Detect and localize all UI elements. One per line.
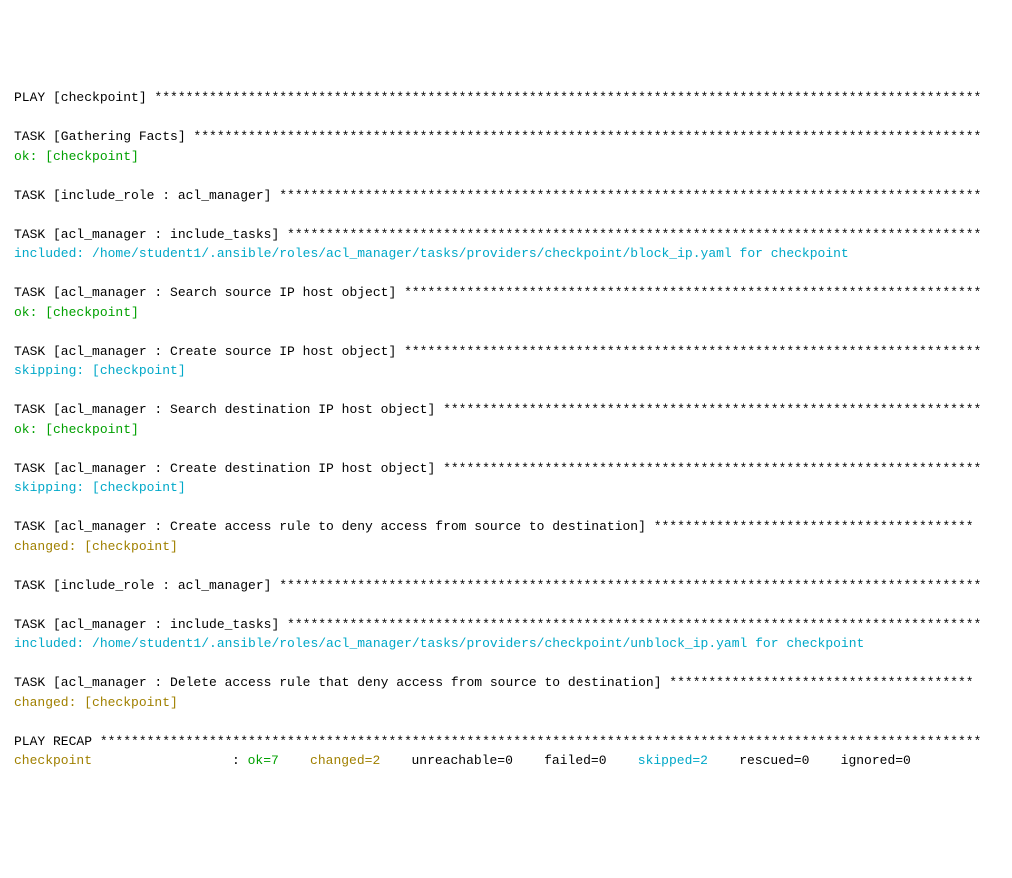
output-segment: ok: [checkpoint] — [14, 422, 139, 437]
output-line — [14, 712, 998, 732]
output-line: changed: [checkpoint] — [14, 537, 998, 557]
output-line: ok: [checkpoint] — [14, 420, 998, 440]
output-line — [14, 381, 998, 401]
gap — [279, 753, 310, 768]
output-line — [14, 108, 998, 128]
output-segment: ok: [checkpoint] — [14, 149, 139, 164]
recap-sep: : — [232, 753, 248, 768]
output-line: included: /home/student1/.ansible/roles/… — [14, 634, 998, 654]
recap-host: checkpoint — [14, 751, 232, 771]
output-segment: TASK [Gathering Facts] *****************… — [14, 129, 981, 144]
output-line: skipping: [checkpoint] — [14, 361, 998, 381]
output-line — [14, 654, 998, 674]
output-line: included: /home/student1/.ansible/roles/… — [14, 244, 998, 264]
output-line — [14, 556, 998, 576]
output-line: ok: [checkpoint] — [14, 147, 998, 167]
output-line — [14, 498, 998, 518]
recap-changed: changed=2 — [310, 753, 380, 768]
output-line — [14, 439, 998, 459]
output-segment: skipping: [checkpoint] — [14, 480, 186, 495]
output-line: PLAY RECAP *****************************… — [14, 732, 998, 752]
recap-unreachable: unreachable=0 — [411, 753, 512, 768]
output-line: changed: [checkpoint] — [14, 693, 998, 713]
output-segment: TASK [acl_manager : Create destination I… — [14, 461, 981, 476]
output-segment: TASK [acl_manager : Search destination I… — [14, 402, 981, 417]
output-line — [14, 264, 998, 284]
output-line — [14, 595, 998, 615]
output-line: TASK [acl_manager : Create access rule t… — [14, 517, 998, 537]
output-line: PLAY [checkpoint] **********************… — [14, 88, 998, 108]
output-line — [14, 205, 998, 225]
recap-rescued: rescued=0 — [739, 753, 809, 768]
output-line: TASK [acl_manager : Create destination I… — [14, 459, 998, 479]
output-segment: skipping: [checkpoint] — [14, 363, 186, 378]
output-line: ok: [checkpoint] — [14, 303, 998, 323]
output-segment: TASK [acl_manager : Create source IP hos… — [14, 344, 981, 359]
output-line: TASK [acl_manager : Search source IP hos… — [14, 283, 998, 303]
output-line: TASK [Gathering Facts] *****************… — [14, 127, 998, 147]
recap-ignored: ignored=0 — [841, 753, 911, 768]
output-segment: TASK [include_role : acl_manager] ******… — [14, 578, 981, 593]
output-line: TASK [acl_manager : Search destination I… — [14, 400, 998, 420]
output-segment: TASK [acl_manager : include_tasks] *****… — [14, 227, 981, 242]
output-segment: included: /home/student1/.ansible/roles/… — [14, 636, 864, 651]
gap — [809, 753, 840, 768]
output-segment: included: /home/student1/.ansible/roles/… — [14, 246, 849, 261]
output-segment: TASK [include_role : acl_manager] ******… — [14, 188, 981, 203]
output-line: TASK [acl_manager : Create source IP hos… — [14, 342, 998, 362]
output-line: TASK [acl_manager : include_tasks] *****… — [14, 615, 998, 635]
output-segment: TASK [acl_manager : Search source IP hos… — [14, 285, 981, 300]
terminal-output: PLAY [checkpoint] **********************… — [14, 88, 998, 771]
output-segment: TASK [acl_manager : Create access rule t… — [14, 519, 974, 534]
output-line: TASK [acl_manager : Delete access rule t… — [14, 673, 998, 693]
output-line — [14, 322, 998, 342]
recap-ok: ok=7 — [248, 753, 279, 768]
gap — [607, 753, 638, 768]
recap-failed: failed=0 — [544, 753, 606, 768]
gap — [513, 753, 544, 768]
output-line: TASK [include_role : acl_manager] ******… — [14, 186, 998, 206]
output-segment: changed: [checkpoint] — [14, 695, 178, 710]
output-segment: ok: [checkpoint] — [14, 305, 139, 320]
output-segment: TASK [acl_manager : include_tasks] *****… — [14, 617, 981, 632]
output-segment: changed: [checkpoint] — [14, 539, 178, 554]
output-line: TASK [acl_manager : include_tasks] *****… — [14, 225, 998, 245]
output-line: skipping: [checkpoint] — [14, 478, 998, 498]
recap-skipped: skipped=2 — [638, 753, 708, 768]
output-line — [14, 166, 998, 186]
output-segment: PLAY RECAP *****************************… — [14, 734, 981, 749]
output-segment: PLAY [checkpoint] **********************… — [14, 90, 981, 105]
gap — [380, 753, 411, 768]
play-recap-line: checkpoint: ok=7 changed=2 unreachable=0… — [14, 751, 998, 771]
output-segment: TASK [acl_manager : Delete access rule t… — [14, 675, 974, 690]
gap — [708, 753, 739, 768]
output-line: TASK [include_role : acl_manager] ******… — [14, 576, 998, 596]
